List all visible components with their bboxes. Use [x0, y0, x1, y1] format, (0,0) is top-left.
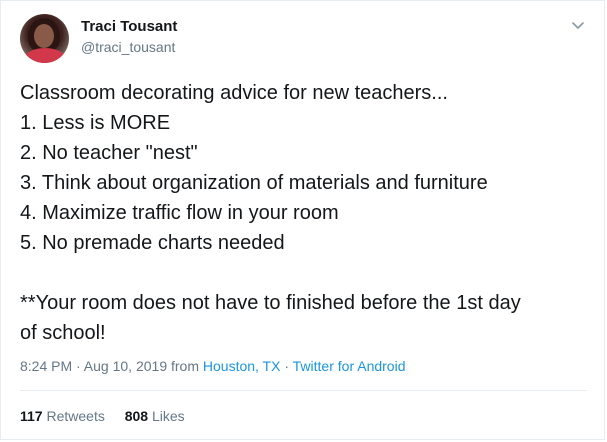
- likes-count: 808: [124, 408, 149, 424]
- tweet-text: Classroom decorating advice for new teac…: [20, 78, 590, 348]
- tweet-line: 2. No teacher "nest": [20, 142, 198, 164]
- tweet-line: **Your room does not have to finished be…: [20, 292, 521, 314]
- user-handle[interactable]: @traci_tousant: [81, 39, 175, 55]
- likes-label: Likes: [151, 408, 185, 424]
- source-link[interactable]: Twitter for Android: [293, 358, 406, 374]
- retweets-stat[interactable]: 117 Retweets: [20, 408, 105, 424]
- likes-stat[interactable]: 808 Likes: [125, 408, 185, 424]
- tweet-card: Traci Tousant @traci_tousant Classroom d…: [0, 0, 605, 440]
- tweet-line: Classroom decorating advice for new teac…: [20, 82, 448, 104]
- chevron-down-icon[interactable]: [568, 15, 588, 35]
- avatar-shirt: [24, 48, 66, 63]
- avatar[interactable]: [20, 14, 69, 63]
- tweet-timestamp[interactable]: 8:24 PM · Aug 10, 2019 from: [20, 358, 199, 374]
- tweet-line: 3. Think about organization of materials…: [20, 172, 488, 194]
- tweet-line: of school!: [20, 322, 106, 344]
- divider: [20, 390, 587, 391]
- retweets-label: Retweets: [46, 408, 105, 424]
- tweet-line: 1. Less is MORE: [20, 112, 171, 134]
- avatar-face: [34, 24, 54, 48]
- user-name[interactable]: Traci Tousant: [81, 18, 177, 35]
- tweet-line: 4. Maximize traffic flow in your room: [20, 202, 339, 224]
- tweet-line: 5. No premade charts needed: [20, 232, 285, 254]
- tweet-stats: 117 Retweets 808 Likes: [20, 408, 201, 424]
- meta-separator: ·: [284, 358, 290, 374]
- location-link[interactable]: Houston, TX: [203, 358, 281, 374]
- tweet-meta: 8:24 PM · Aug 10, 2019 from Houston, TX …: [20, 358, 405, 374]
- retweets-count: 117: [20, 408, 43, 424]
